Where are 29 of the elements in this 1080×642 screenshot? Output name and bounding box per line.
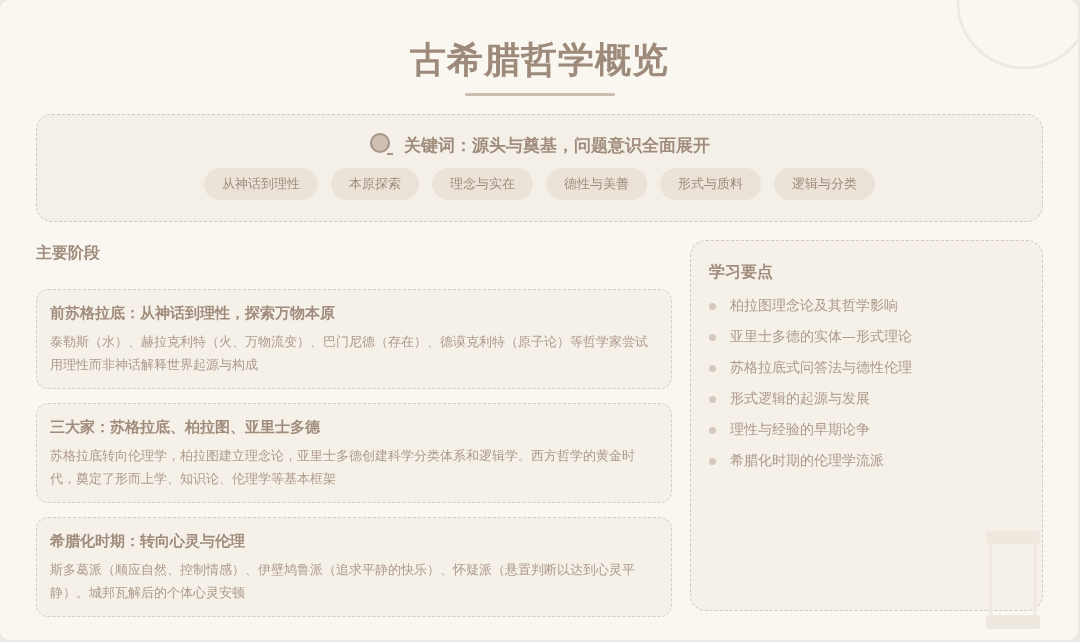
key-point-text: 柏拉图理念论及其哲学影响 xyxy=(730,297,898,315)
keyword-tag: 逻辑与分类 xyxy=(774,168,875,200)
key-point-text: 形式逻辑的起源与发展 xyxy=(730,390,870,408)
bullet-dot xyxy=(709,457,716,465)
bullet-dot xyxy=(709,333,716,341)
key-point-text: 苏格拉底式问答法与德性伦理 xyxy=(730,359,912,377)
keyword-tag: 从神话到理性 xyxy=(204,168,318,200)
keyword-tag: 理念与实在 xyxy=(432,168,533,200)
keyword-tag: 德性与美善 xyxy=(546,168,647,200)
keywords-headline: 关键词：源头与奠基，问题意识全面展开 xyxy=(403,133,710,157)
card-title: 希腊化时期：转向心灵与伦理 xyxy=(50,531,246,552)
keyword-tag: 本原探索 xyxy=(331,168,419,200)
keyword-tag: 形式与质料 xyxy=(660,168,761,200)
key-point-text: 理性与经验的早期论争 xyxy=(730,421,870,439)
key-point-text: 亚里士多德的实体—形式理论 xyxy=(730,328,912,346)
section-heading: 主要阶段 xyxy=(36,242,101,264)
panel-heading: 学习要点 xyxy=(709,261,774,283)
bullet-dot xyxy=(709,302,716,310)
page-title: 古希腊哲学概览 xyxy=(410,38,669,82)
magnifier-icon xyxy=(369,133,394,157)
bullet-dot xyxy=(709,364,716,372)
card-title: 三大家：苏格拉底、柏拉图、亚里士多德 xyxy=(50,417,321,438)
card-text: 泰勒斯（水）、赫拉克利特（火、万物流变）、巴门尼德（存在）、德谟克利特（原子论）等哲学家尝试用理性而非神话解释世界起源与构成 xyxy=(50,333,649,374)
bullet-dot xyxy=(709,395,716,403)
card-text: 斯多葛派（顺应自然、控制情感）、伊壁鸠鲁派（追求平静的快乐）、怀疑派（悬置判断以达到心灵平静）。城邦瓦解后的个体心灵安顿 xyxy=(50,561,636,602)
bullet-dot xyxy=(709,426,716,434)
card-text: 苏格拉底转向伦理学，柏拉图建立理念论，亚里士多德创建科学分类体系和逻辑学。西方哲学的黄金时代，奠定了形而上学、知识论、伦理学等基本框架 xyxy=(50,447,636,488)
card-title: 前苏格拉底：从神话到理性，探索万物本原 xyxy=(50,303,336,324)
key-point-text: 希腊化时期的伦理学流派 xyxy=(730,452,884,470)
